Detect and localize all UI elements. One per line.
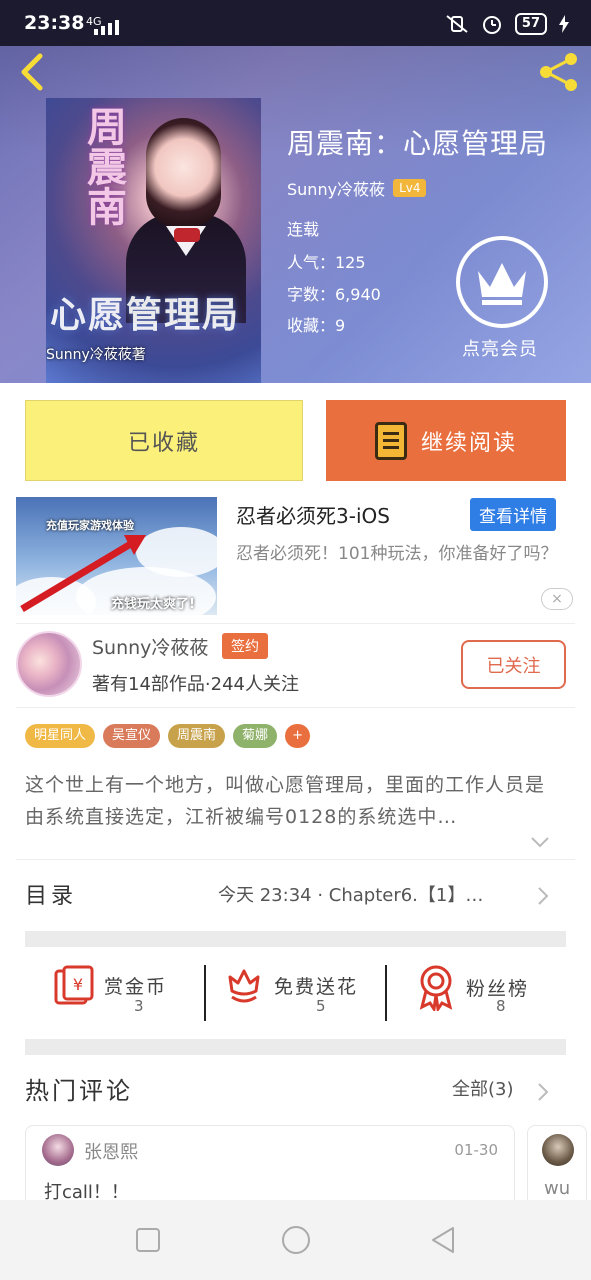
svg-text:¥: ¥ — [73, 975, 83, 994]
back-nav-icon[interactable] — [429, 1225, 457, 1255]
back-button[interactable] — [16, 52, 48, 92]
author-name[interactable]: Sunny冷莜莜 — [92, 633, 208, 660]
fan-ranking-count: 8 — [496, 997, 506, 1015]
red-envelope-icon: ¥ — [54, 965, 94, 1005]
continue-reading-label: 继续阅读 — [420, 430, 517, 456]
favorites-count: 收藏：9 — [287, 316, 346, 335]
send-flower-count: 5 — [316, 997, 326, 1015]
latest-chapter[interactable]: 今天 23:34 · Chapter6.【1】… — [218, 881, 483, 907]
tag-item[interactable]: 菊娜 — [233, 724, 278, 748]
reward-coins-button[interactable]: ¥ 赏金币 — [52, 963, 167, 1007]
book-title: 周震南：心愿管理局 — [287, 127, 549, 160]
reward-coins-label: 赏金币 — [104, 975, 168, 998]
book-author-row: Sunny冷莜莜 Lv4 — [287, 176, 427, 200]
popularity: 人气：125 — [287, 253, 366, 272]
divider — [16, 707, 575, 708]
continue-reading-button[interactable]: 继续阅读 — [326, 400, 566, 481]
flower-icon — [228, 969, 260, 1003]
synopsis[interactable]: 这个世上有一个地方，叫做心愿管理局，里面的工作人员是由系统直接选定，江祈被编号0… — [25, 769, 560, 833]
cover-author: Sunny冷莜莜著 — [46, 347, 146, 363]
battery-icon: 57 — [514, 13, 547, 35]
crown-icon — [478, 263, 526, 305]
cover-title-vertical: 周震南 — [80, 106, 127, 226]
all-comments-link[interactable]: 全部(3) — [452, 1075, 514, 1101]
more-tags-button[interactable]: + — [285, 724, 310, 748]
section-separator — [25, 931, 566, 947]
collected-button[interactable]: 已收藏 — [25, 400, 303, 481]
status-bar: 23:38 4G 57 — [0, 0, 591, 46]
book-author[interactable]: Sunny冷莜莜 — [287, 176, 385, 200]
word-count: 字数：6,940 — [287, 285, 381, 304]
vertical-divider — [204, 965, 206, 1021]
ad-detail-button[interactable]: 查看详情 — [470, 498, 556, 531]
reward-coins-count: 3 — [134, 997, 144, 1015]
serial-status: 连载 — [287, 220, 320, 239]
share-button[interactable] — [537, 50, 581, 94]
divider — [16, 623, 575, 624]
level-badge: Lv4 — [393, 179, 427, 197]
tag-item[interactable]: 吴宣仪 — [103, 724, 161, 748]
expand-chevron-icon[interactable] — [529, 835, 551, 849]
tag-list: 明星同人 吴宣仪 周震南 菊娜 + — [25, 724, 310, 748]
vibrate-mute-icon — [446, 15, 468, 33]
home-icon[interactable] — [281, 1225, 311, 1255]
ad-image-text-1: 充值玩家游戏体验 — [46, 519, 134, 532]
status-icons: 57 — [445, 13, 569, 35]
alarm-icon — [482, 16, 501, 34]
commenter-avatar[interactable] — [42, 1134, 74, 1166]
signal-icon — [94, 20, 119, 35]
toc-label[interactable]: 目录 — [25, 878, 77, 910]
author-stats: 著有14部作品·244人关注 — [92, 674, 299, 695]
book-icon — [374, 421, 407, 460]
tag-item[interactable]: 周震南 — [168, 724, 226, 748]
vip-button[interactable] — [456, 236, 548, 328]
cover-title-horizontal: 心愿管理局 — [50, 294, 241, 336]
signed-badge: 签约 — [222, 633, 268, 659]
charging-icon — [559, 15, 569, 33]
author-avatar[interactable] — [16, 631, 82, 697]
send-flower-button[interactable]: 免费送花 — [222, 963, 358, 1007]
follow-button[interactable]: 已关注 — [461, 640, 566, 689]
book-detail-sheet: 已收藏 继续阅读 充值玩家游戏体验 充钱玩太爽了! 忍者必须死3-iOS 查看详… — [0, 383, 591, 1215]
toc-chevron-icon[interactable] — [536, 885, 550, 907]
ad-title[interactable]: 忍者必须死3-iOS — [236, 500, 390, 529]
share-icon — [540, 53, 577, 91]
ad-image-text-2: 充钱玩太爽了! — [111, 597, 195, 612]
recents-icon[interactable] — [135, 1227, 161, 1253]
book-cover[interactable]: 周震南 心愿管理局 Sunny冷莜莜著 — [46, 98, 261, 383]
back-arrow-icon — [21, 53, 43, 91]
comment-date: 01-30 — [454, 1141, 498, 1159]
ad-image[interactable]: 充值玩家游戏体验 充钱玩太爽了! — [16, 497, 217, 615]
fan-ranking-button[interactable]: 粉丝榜 — [414, 963, 529, 1011]
ad-close-button[interactable]: × — [541, 588, 573, 610]
hot-comments-title: 热门评论 — [25, 1077, 133, 1105]
book-header: 23:38 4G 57 周震南 心愿管理局 Sunny冷莜莜著 周震南：心愿管理… — [0, 0, 591, 383]
all-comments-chevron-icon[interactable] — [536, 1081, 550, 1103]
commenter-name[interactable]: 张恩熙 — [84, 1138, 138, 1164]
system-navigation-bar — [0, 1200, 591, 1280]
vip-label: 点亮会员 — [462, 339, 538, 360]
section-separator — [25, 1039, 566, 1055]
send-flower-label: 免费送花 — [274, 975, 359, 998]
status-time: 23:38 — [24, 12, 85, 34]
cover-bow — [174, 228, 200, 242]
medal-icon — [419, 965, 453, 1011]
commenter-avatar[interactable] — [542, 1134, 574, 1166]
ad-description: 忍者必须死！101种玩法，你准备好了吗？ — [236, 544, 558, 564]
divider — [16, 859, 575, 860]
tag-item[interactable]: 明星同人 — [25, 724, 96, 748]
cover-figure-face — [146, 118, 221, 228]
vertical-divider — [385, 965, 387, 1021]
comment-text: wu — [544, 1178, 571, 1199]
